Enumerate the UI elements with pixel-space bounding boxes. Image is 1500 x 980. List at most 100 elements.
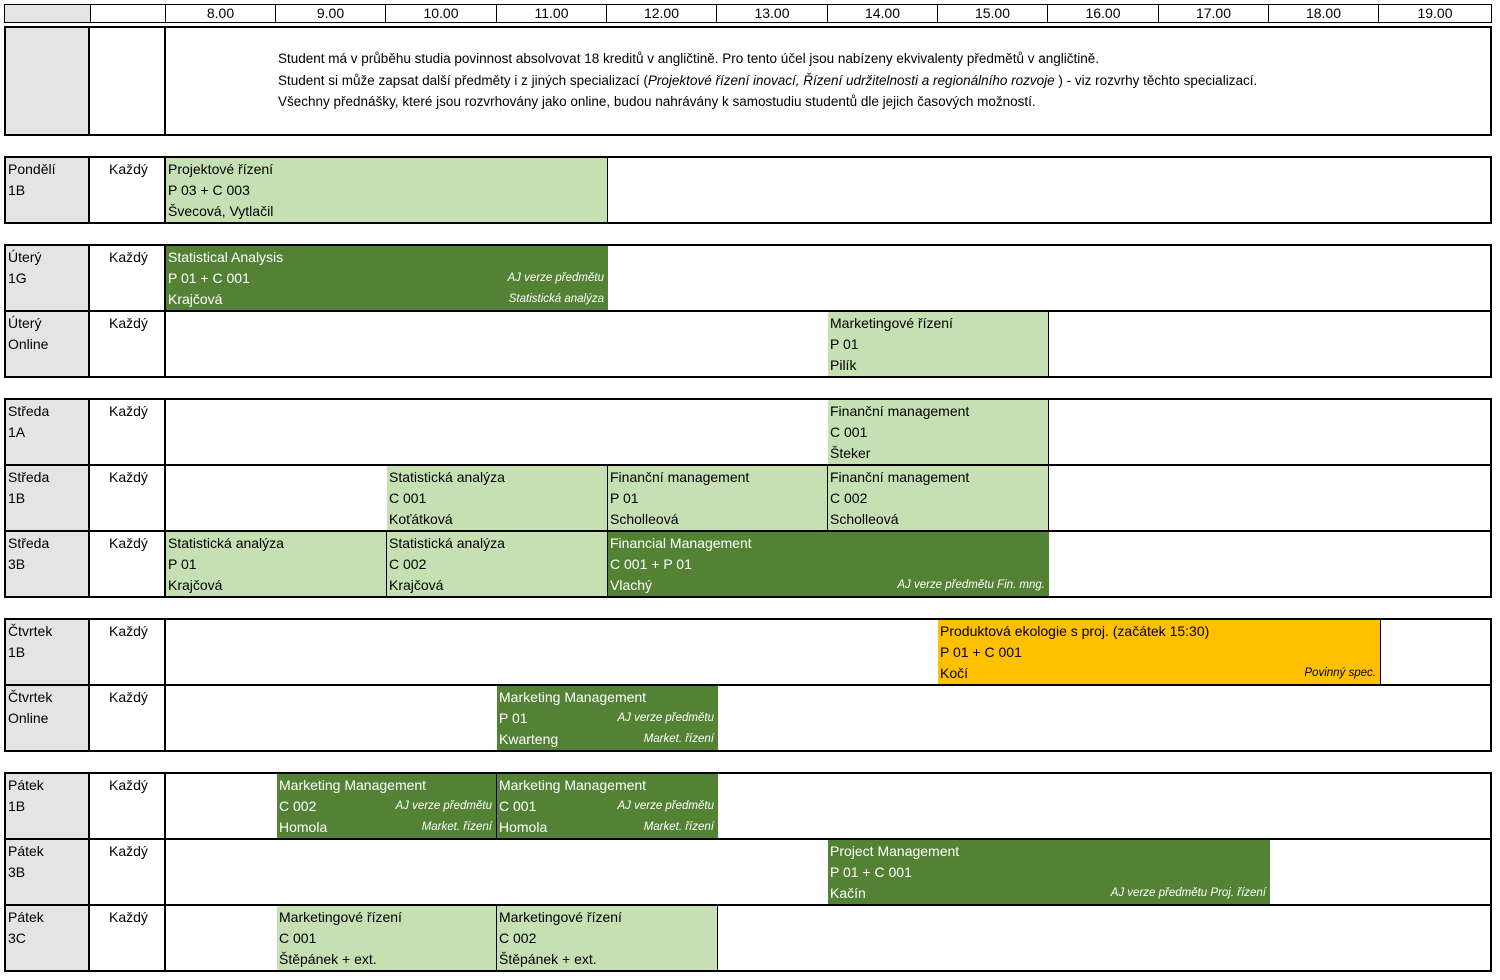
course-block[interactable]: Statistical Analysis P 01 + C 001 AJ verz… bbox=[166, 246, 608, 310]
hour-10: 10.00 bbox=[385, 4, 497, 23]
day-group-wednesday: Středa 1A Každý Finanční management C 001… bbox=[4, 398, 1492, 598]
info-line-recordings: Všechny přednášky, které jsou rozvrhován… bbox=[278, 94, 1036, 109]
course-teacher: Pilík bbox=[830, 357, 857, 373]
week-cell: Každý bbox=[90, 246, 166, 310]
course-room: C 002 bbox=[279, 798, 317, 814]
day-cell: Pondělí 1B bbox=[6, 158, 90, 222]
hour-17: 17.00 bbox=[1158, 4, 1269, 23]
course-block[interactable]: Finanční management P 01 Scholleová bbox=[608, 466, 828, 530]
course-title: Marketingové řízení bbox=[279, 909, 402, 925]
equivalent-course-note: Market. řízení bbox=[421, 821, 492, 833]
header-corner-week bbox=[90, 4, 166, 23]
week-cell: Každý bbox=[90, 686, 166, 750]
course-room: C 002 bbox=[830, 490, 868, 506]
english-version-note: AJ verze předmětu Fin. mng. bbox=[897, 579, 1045, 591]
course-teacher: Koťátková bbox=[389, 511, 453, 527]
course-room: P 01 bbox=[610, 490, 639, 506]
day-cell: Pátek 3B bbox=[6, 840, 90, 904]
week-cell: Každý bbox=[90, 532, 166, 596]
course-title: Projektové řízení bbox=[168, 161, 274, 177]
course-block[interactable]: Marketing Management C 002 AJ verze předm… bbox=[277, 774, 497, 838]
course-block[interactable]: Statistická analýza C 001 Koťátková bbox=[387, 466, 608, 530]
info-line-other-specializations: Student si může zapsat další předměty i … bbox=[278, 72, 1258, 88]
week-cell: Každý bbox=[90, 400, 166, 464]
course-title: Statistická analýza bbox=[389, 469, 505, 485]
hour-9: 9.00 bbox=[275, 4, 386, 23]
course-block[interactable]: Marketingové řízení C 001 Štěpánek + ext… bbox=[277, 906, 497, 970]
course-room: C 001 bbox=[279, 930, 317, 946]
course-title: Marketingové řízení bbox=[499, 909, 622, 925]
english-version-note: AJ verze předmětu bbox=[507, 272, 604, 284]
hour-13: 13.00 bbox=[716, 4, 828, 23]
course-room: P 01 + C 001 bbox=[830, 864, 912, 880]
course-teacher: Scholleová bbox=[830, 511, 899, 527]
course-room: P 01 + C 001 bbox=[168, 270, 250, 286]
course-room: C 002 bbox=[499, 930, 537, 946]
schedule-row: Pátek 1B Každý Marketing Management C 002… bbox=[6, 774, 1490, 838]
course-teacher: Krajčová bbox=[168, 291, 223, 307]
english-version-note: AJ verze předmětu bbox=[395, 800, 492, 812]
schedule-row: Čtvrtek 1B Každý Produktová ekologie s pr… bbox=[6, 620, 1490, 684]
day-cell: Úterý 1G bbox=[6, 246, 90, 310]
schedule-row: Úterý 1G Každý Statistical Analysis P 01 … bbox=[6, 246, 1490, 310]
course-title: Marketingové řízení bbox=[830, 315, 953, 331]
day-cell: Čtvrtek Online bbox=[6, 686, 90, 750]
course-block[interactable]: Finanční management C 001 Šteker bbox=[828, 400, 1049, 464]
english-version-note: AJ verze předmětu bbox=[617, 712, 714, 724]
course-block[interactable]: Marketing Management P 01 AJ verze předmě… bbox=[497, 686, 718, 750]
course-block[interactable]: Marketingové řízení C 002 Štěpánek + ext… bbox=[497, 906, 718, 970]
week-cell: Každý bbox=[90, 906, 166, 970]
day-cell: Středa 3B bbox=[6, 532, 90, 596]
schedule-row: Čtvrtek Online Každý Marketing Management… bbox=[6, 684, 1490, 750]
course-block[interactable]: Marketing Management C 001 AJ verze předm… bbox=[497, 774, 718, 838]
day-cell: Pátek 3C bbox=[6, 906, 90, 970]
course-teacher: Štěpánek + ext. bbox=[499, 951, 597, 967]
course-block[interactable]: Marketingové řízení P 01 Pilík bbox=[828, 312, 1049, 376]
day-cell: Čtvrtek 1B bbox=[6, 620, 90, 684]
week-cell: Každý bbox=[90, 312, 166, 376]
equivalent-course-note: Market. řízení bbox=[643, 821, 714, 833]
course-block[interactable]: Statistická analýza P 01 Krajčová bbox=[166, 532, 387, 596]
schedule-row: Pondělí 1B Každý Projektové řízení P 03 +… bbox=[6, 158, 1490, 222]
week-cell: Každý bbox=[90, 466, 166, 530]
course-title: Finanční management bbox=[830, 469, 970, 485]
english-version-note: AJ verze předmětu bbox=[617, 800, 714, 812]
english-version-note: AJ verze předmětu Proj. řízení bbox=[1110, 887, 1266, 899]
day-group-friday: Pátek 1B Každý Marketing Management C 002… bbox=[4, 772, 1492, 972]
course-teacher: Scholleová bbox=[610, 511, 679, 527]
course-title: Statistical Analysis bbox=[168, 249, 284, 265]
course-room: P 01 bbox=[499, 710, 528, 726]
course-room: P 03 + C 003 bbox=[168, 182, 250, 198]
hour-8: 8.00 bbox=[165, 4, 276, 23]
info-text: Student má v průběhu studia povinnost ab… bbox=[278, 48, 1257, 113]
course-block[interactable]: Finanční management C 002 Scholleová bbox=[828, 466, 1049, 530]
course-title: Statistická analýza bbox=[389, 535, 505, 551]
schedule-row: Úterý Online Každý Marketingové řízení P … bbox=[6, 310, 1490, 376]
course-title: Marketing Management bbox=[499, 689, 647, 705]
course-block[interactable]: Financial Management C 001 + P 01 Vlachý… bbox=[608, 532, 1049, 596]
course-title: Statistická analýza bbox=[168, 535, 284, 551]
header-corner-day bbox=[4, 4, 91, 23]
course-title: Finanční management bbox=[830, 403, 970, 419]
course-title: Marketing Management bbox=[499, 777, 647, 793]
course-teacher: Krajčová bbox=[389, 577, 444, 593]
course-room: C 001 bbox=[499, 798, 537, 814]
info-week-cell bbox=[90, 28, 166, 134]
course-block[interactable]: Produktová ekologie s proj. (začátek 15:… bbox=[938, 620, 1381, 684]
day-cell: Pátek 1B bbox=[6, 774, 90, 838]
info-specialization-names: Projektové řízení inovací, Řízení udržit… bbox=[647, 72, 1055, 88]
course-room: C 001 bbox=[830, 424, 868, 440]
schedule-row: Středa 1A Každý Finanční management C 001… bbox=[6, 400, 1490, 464]
course-block[interactable]: Project Management P 01 + C 001 Kačín AJ … bbox=[828, 840, 1270, 904]
course-room: P 01 + C 001 bbox=[940, 644, 1022, 660]
schedule-row: Pátek 3B Každý Project Management P 01 + … bbox=[6, 838, 1490, 904]
day-group-tuesday: Úterý 1G Každý Statistical Analysis P 01 … bbox=[4, 244, 1492, 378]
course-block[interactable]: Projektové řízení P 03 + C 003 Švecová, … bbox=[166, 158, 608, 222]
hour-12: 12.00 bbox=[606, 4, 717, 23]
day-cell: Středa 1B bbox=[6, 466, 90, 530]
week-cell: Každý bbox=[90, 840, 166, 904]
course-block[interactable]: Statistická analýza C 002 Krajčová bbox=[387, 532, 608, 596]
schedule-row: Středa 1B Každý Statistická analýza C 001… bbox=[6, 464, 1490, 530]
hour-19: 19.00 bbox=[1378, 4, 1492, 23]
equivalent-course-note: Market. řízení bbox=[643, 733, 714, 745]
